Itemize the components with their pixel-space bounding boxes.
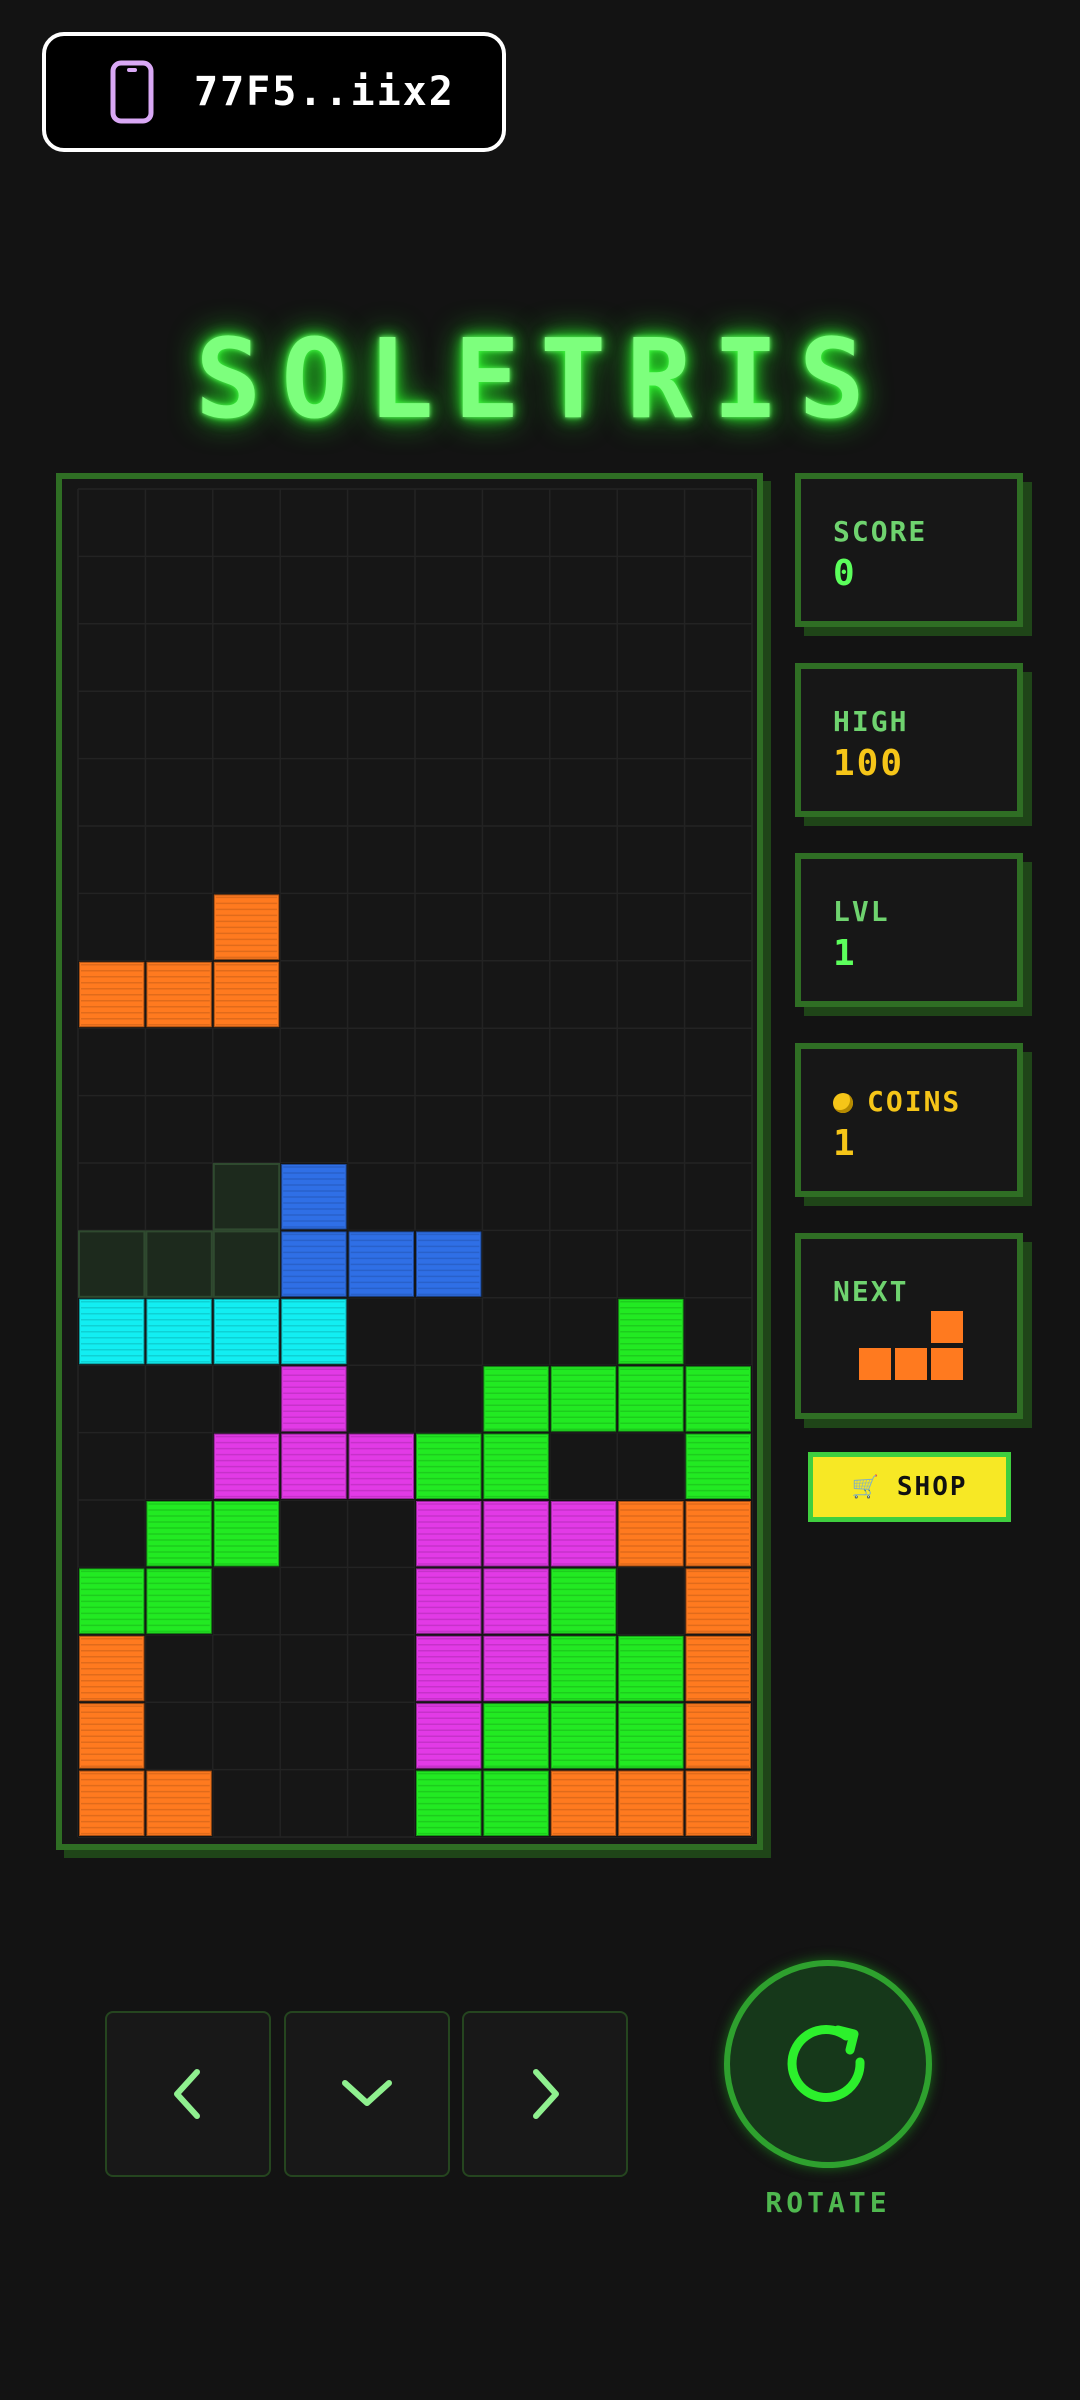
ghost-cell xyxy=(212,1163,281,1231)
next-block xyxy=(859,1348,891,1380)
rotate-button[interactable] xyxy=(724,1960,932,2168)
move-left-button[interactable] xyxy=(105,2011,271,2177)
rotate-icon xyxy=(787,2025,865,2102)
ghost-cell xyxy=(78,1230,146,1298)
shop-button[interactable]: 🛒 SHOP xyxy=(808,1452,1011,1522)
wallet-address: 77F5..iix2 xyxy=(194,69,455,115)
chevron-left-icon xyxy=(174,2069,200,2119)
next-block xyxy=(931,1348,963,1380)
game-title: SOLETRIS xyxy=(195,315,885,443)
high-score-value: 100 xyxy=(833,743,905,784)
next-block xyxy=(895,1348,927,1380)
high-score-panel: HIGH 100 xyxy=(795,663,1023,817)
wallet-button[interactable]: 77F5..iix2 xyxy=(42,32,506,152)
coins-panel: COINS 1 xyxy=(795,1043,1023,1197)
next-block xyxy=(931,1311,963,1343)
shop-label: SHOP xyxy=(896,1472,968,1502)
score-label: SCORE xyxy=(833,515,928,548)
ghost-cell xyxy=(145,1230,213,1298)
chevron-right-icon xyxy=(533,2069,559,2119)
cart-icon: 🛒 xyxy=(851,1474,881,1500)
phone-icon xyxy=(110,60,154,124)
score-value: 0 xyxy=(833,553,857,594)
next-piece-preview xyxy=(859,1311,963,1380)
coins-label-row: COINS xyxy=(833,1085,961,1118)
ghost-cell xyxy=(212,1230,281,1298)
coins-value: 1 xyxy=(833,1123,857,1164)
next-piece-panel: NEXT xyxy=(795,1233,1023,1419)
high-score-label: HIGH xyxy=(833,705,909,738)
next-label: NEXT xyxy=(833,1275,909,1308)
rotate-label: ROTATE xyxy=(765,2186,891,2219)
board-grid xyxy=(77,488,753,1838)
chevron-down-icon xyxy=(342,2080,392,2106)
coin-icon xyxy=(833,1093,853,1113)
move-right-button[interactable] xyxy=(462,2011,628,2177)
level-panel: LVL 1 xyxy=(795,853,1023,1007)
score-panel: SCORE 0 xyxy=(795,473,1023,627)
coins-label: COINS xyxy=(867,1085,962,1118)
move-down-button[interactable] xyxy=(284,2011,450,2177)
level-label: LVL xyxy=(833,895,890,928)
level-value: 1 xyxy=(833,933,857,974)
game-board xyxy=(56,473,763,1850)
